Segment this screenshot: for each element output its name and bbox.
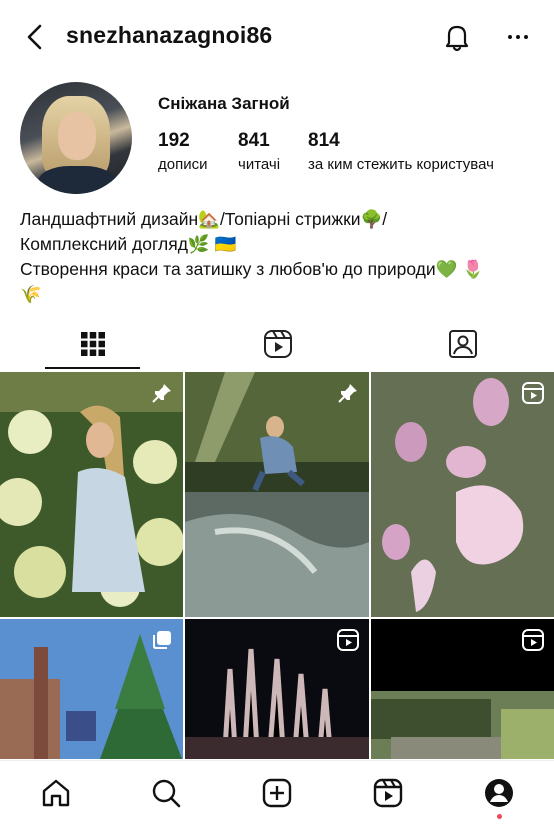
bio-line: 🌾 (20, 284, 42, 304)
reel-icon (522, 629, 544, 651)
stat-label: дописи (158, 156, 208, 173)
tab-grid[interactable] (0, 318, 185, 370)
more-options-button[interactable] (504, 20, 532, 54)
nav-reels[interactable] (370, 775, 406, 811)
back-arrow-icon (27, 24, 42, 50)
search-icon (152, 779, 181, 808)
post-thumbnail[interactable] (371, 372, 554, 617)
grid-icon (80, 332, 105, 356)
bio-line: Створення краси та затишку з любов'ю до … (20, 259, 485, 279)
tab-reels[interactable] (185, 318, 370, 370)
top-bar: snezhanazagnoi86 (0, 0, 554, 72)
post-thumbnail[interactable] (185, 372, 369, 617)
post-thumbnail[interactable] (185, 619, 369, 759)
display-name: Сніжана Загной (158, 94, 290, 113)
tab-tagged[interactable] (370, 318, 554, 370)
post-thumbnail[interactable] (0, 619, 183, 759)
profile-icon (485, 779, 513, 807)
profile-bio: Ландшафтний дизайн🏡/Топіарні стрижки🌳/ К… (20, 207, 540, 307)
tagged-icon (448, 330, 477, 358)
nav-profile[interactable] (481, 775, 517, 811)
reels-icon (263, 330, 292, 358)
create-icon (262, 778, 292, 808)
bio-line: Ландшафтний дизайн🏡/Топіарні стрижки🌳/ (20, 209, 388, 229)
stat-value: 814 (308, 130, 340, 151)
profile-username: snezhanazagnoi86 (66, 22, 273, 48)
notification-dot (497, 814, 502, 819)
home-icon (42, 779, 70, 807)
pin-icon (152, 384, 171, 403)
profile-tabs (0, 318, 554, 370)
profile-avatar[interactable] (20, 82, 132, 194)
bell-icon (445, 25, 469, 52)
followers-count[interactable]: 841 читачі (238, 130, 280, 173)
pin-icon (338, 384, 357, 403)
stat-value: 841 (238, 130, 270, 151)
stat-label: читачі (238, 156, 281, 173)
nav-create[interactable] (259, 775, 295, 811)
reels-icon (373, 778, 403, 808)
back-button[interactable] (22, 22, 50, 52)
bottom-nav (0, 760, 554, 828)
posts-count[interactable]: 192 дописи (158, 130, 207, 173)
active-tab-indicator (45, 367, 140, 369)
bio-line: Комплексний догляд🌿 🇺🇦 (20, 234, 237, 254)
stat-value: 192 (158, 130, 190, 151)
post-thumbnail[interactable] (371, 619, 554, 759)
reel-icon (522, 382, 544, 404)
nav-search[interactable] (148, 775, 184, 811)
more-dots-icon (508, 35, 528, 39)
posts-grid (0, 372, 554, 759)
notifications-button[interactable] (440, 20, 474, 54)
reel-icon (337, 629, 359, 651)
post-thumbnail[interactable] (0, 372, 183, 617)
nav-home[interactable] (38, 775, 74, 811)
stat-label: за ким стежить користувач (308, 156, 494, 173)
following-count[interactable]: 814 за ким стежить користувач (308, 130, 494, 173)
carousel-icon (153, 631, 171, 649)
